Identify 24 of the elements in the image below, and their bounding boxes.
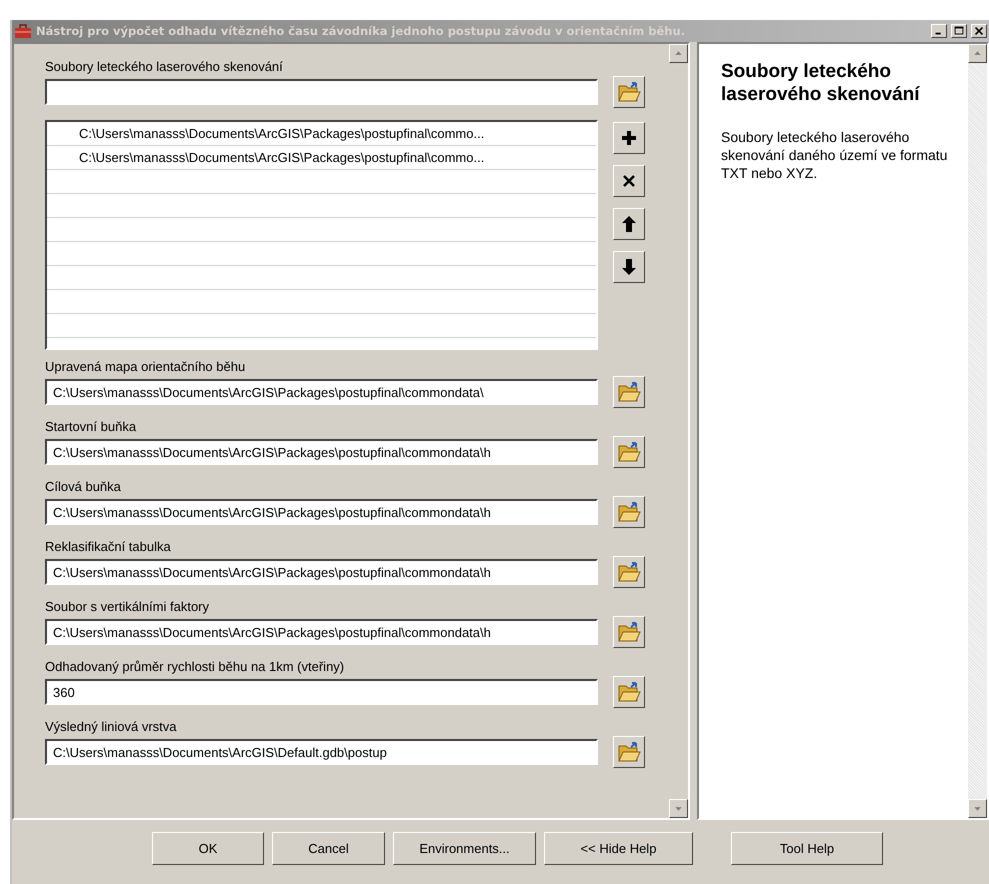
input-field[interactable]: C:\Users\manasss\Documents\ArcGIS\Packages\postupfinal\commondata\h bbox=[45, 499, 598, 525]
input-field[interactable]: C:\Users\manasss\Documents\ArcGIS\Packages\postupfinal\commondata\h bbox=[45, 439, 598, 465]
field-label: Výsledný liniová vrstva bbox=[45, 718, 178, 736]
list-item[interactable]: C:\Users\manasss\Documents\ArcGIS\Packages\postupfinal\commo... bbox=[47, 122, 596, 146]
dialog-button[interactable]: OK bbox=[152, 832, 264, 864]
input-field[interactable]: C:\Users\manasss\Documents\ArcGIS\Packages\postupfinal\commondata\ bbox=[45, 379, 598, 405]
input-field[interactable]: C:\Users\manasss\Documents\ArcGIS\Packages\postupfinal\commondata\h bbox=[45, 619, 598, 645]
dialog-button[interactable]: Cancel bbox=[272, 832, 385, 864]
dialog-button[interactable]: << Hide Help bbox=[544, 832, 693, 864]
field-label: Cílová buňka bbox=[45, 478, 122, 496]
input-field[interactable]: C:\Users\manasss\Documents\ArcGIS\Packages\postupfinal\commondata\h bbox=[45, 559, 598, 585]
tool-help-button[interactable]: Tool Help bbox=[731, 832, 883, 864]
field-label: Soubory leteckého laserového skenování bbox=[45, 58, 284, 76]
help-title: Soubory leteckého laserového skenování bbox=[721, 60, 921, 106]
list-item[interactable]: C:\Users\manasss\Documents\ArcGIS\Packages\postupfinal\commo... bbox=[47, 146, 596, 170]
input-field[interactable]: C:\Users\manasss\Documents\ArcGIS\Default.gdb\postup bbox=[45, 739, 598, 765]
help-text: Soubory leteckého laserového skenování daného území ve formatu TXT nebo XYZ. bbox=[721, 128, 948, 182]
field-label: Upravená mapa orientačního běhu bbox=[45, 358, 246, 376]
field-label: Soubor s vertikálními faktory bbox=[45, 598, 210, 616]
field-label: Odhadovaný průměr rychlosti běhu na 1km (vteřiny) bbox=[45, 658, 346, 676]
field-label: Startovní buňka bbox=[45, 418, 138, 436]
dialog-button[interactable]: Environments... bbox=[393, 832, 536, 864]
field-label: Reklasifikační tabulka bbox=[45, 538, 172, 556]
input-field[interactable]: 360 bbox=[45, 679, 598, 705]
